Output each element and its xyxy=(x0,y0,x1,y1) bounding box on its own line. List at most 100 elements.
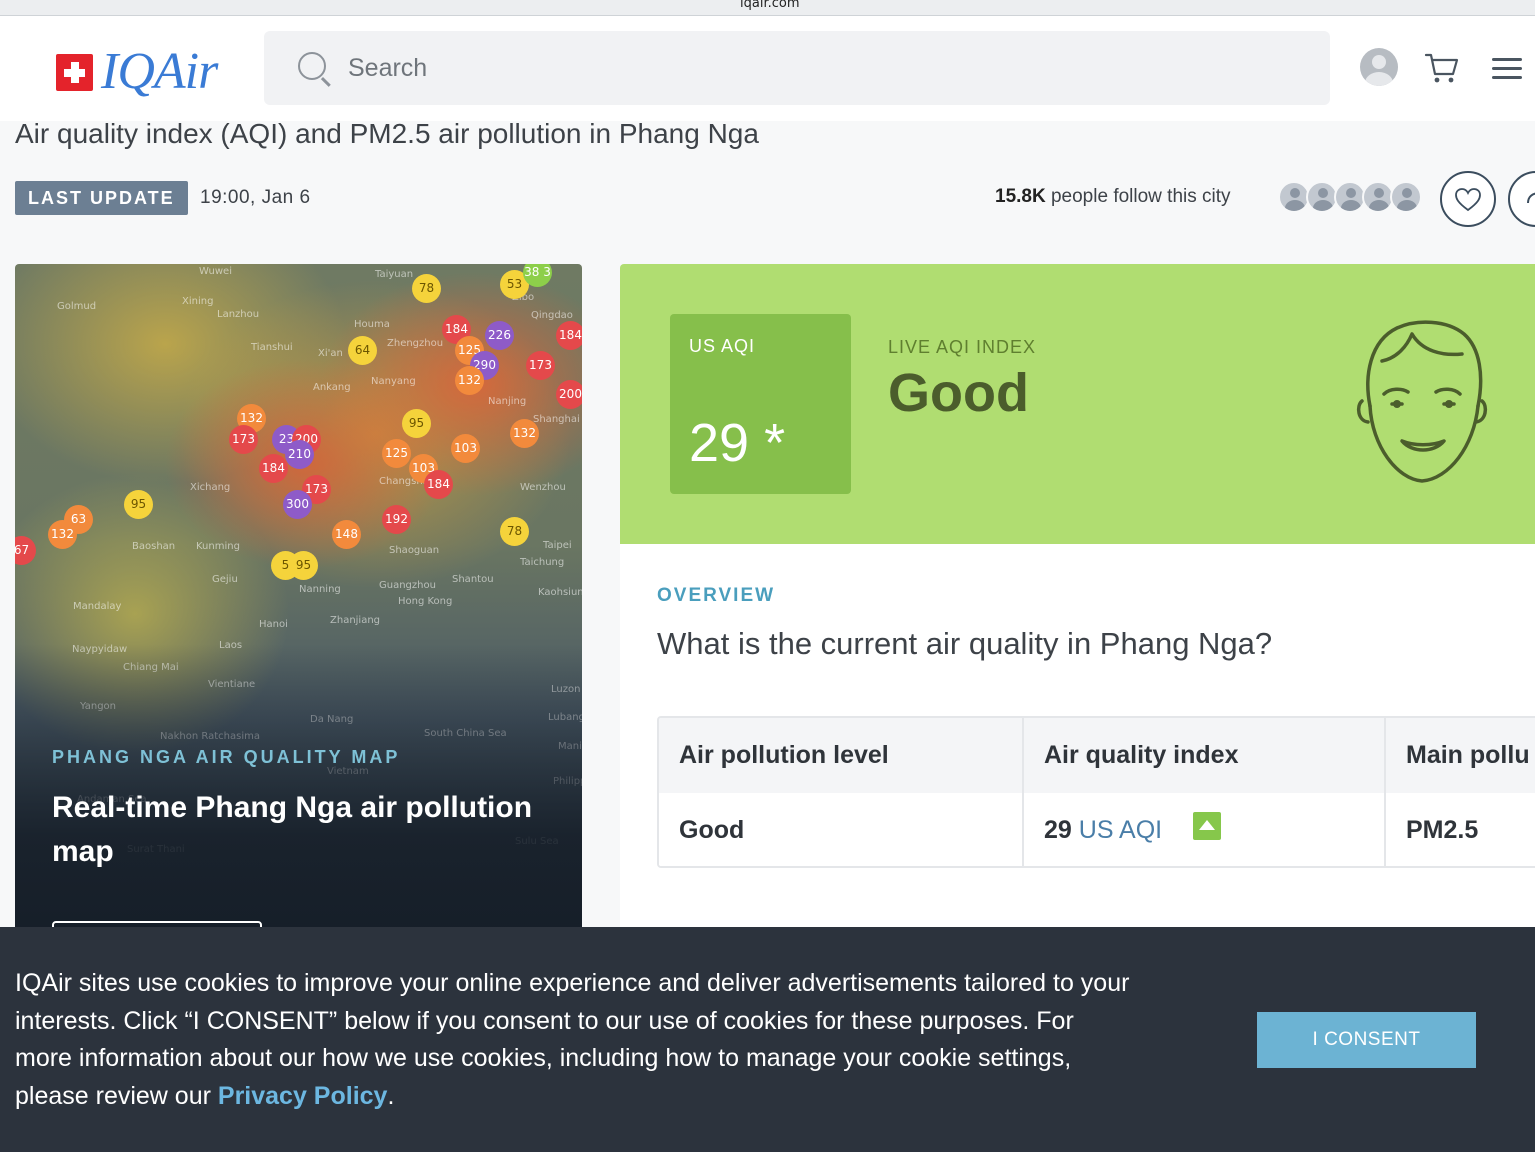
map-station-marker[interactable]: 67 xyxy=(15,536,36,565)
logo-text: IQAir xyxy=(101,43,218,100)
map-place-label: Nanyang xyxy=(371,376,416,387)
aqi-cell-value: 29 xyxy=(1044,816,1072,844)
map-station-marker[interactable]: 148 xyxy=(332,520,361,549)
cookie-message: IQAir sites use cookies to improve your … xyxy=(15,969,1130,1110)
us-aqi-label: US AQI xyxy=(689,336,756,356)
table-row: Good 29 US AQI PM2.5 xyxy=(659,793,1535,866)
map-station-marker[interactable]: 184 xyxy=(556,321,582,350)
map-station-marker[interactable]: 95 xyxy=(402,409,431,438)
share-button[interactable] xyxy=(1508,171,1535,227)
map-place-label: Shantou xyxy=(452,574,494,585)
map-station-marker[interactable]: 184 xyxy=(424,470,453,499)
cookie-text: IQAir sites use cookies to improve your … xyxy=(15,965,1135,1115)
iqair-logo[interactable]: IQAir xyxy=(56,43,218,100)
map-place-label: Ankang xyxy=(313,382,351,393)
overview-question: What is the current air quality in Phang… xyxy=(657,626,1273,661)
browser-url[interactable]: iqair.com xyxy=(740,0,800,11)
cookie-consent-banner: IQAir sites use cookies to improve your … xyxy=(0,927,1535,1152)
followers-text: people follow this city xyxy=(1045,186,1231,207)
aqi-cell-unit: US AQI xyxy=(1078,816,1163,844)
map-station-marker[interactable]: 132 xyxy=(510,419,539,448)
map-station-marker[interactable]: 184 xyxy=(259,454,288,483)
hamburger-menu-icon[interactable] xyxy=(1492,58,1522,80)
map-station-marker[interactable]: 78 xyxy=(412,274,441,303)
map-place-label: Tianshui xyxy=(251,342,293,353)
map-station-marker[interactable]: 103 xyxy=(451,434,480,463)
last-update-badge: LAST UPDATE xyxy=(15,181,188,215)
map-station-marker[interactable]: 95 xyxy=(289,551,318,580)
map-station-marker[interactable]: 226 xyxy=(485,321,514,350)
map-place-label: Xi'an xyxy=(318,348,343,359)
map-place-label: Kunming xyxy=(196,541,240,552)
map-place-label: Golmud xyxy=(57,301,97,312)
map-place-label: Baoshan xyxy=(132,541,176,552)
map-place-label: Nakhon Ratchasima xyxy=(160,731,260,742)
map-place-label: Yangon xyxy=(80,701,117,712)
map-place-label: Taiyuan xyxy=(375,269,414,280)
overview-eyebrow: OVERVIEW xyxy=(657,585,776,606)
map-place-label: Taichung xyxy=(520,557,565,568)
map-place-label: Chiang Mai xyxy=(123,662,179,673)
aqi-cell: 29 US AQI xyxy=(1024,793,1386,866)
trend-up-icon xyxy=(1193,812,1222,841)
map-caption: PHANG NGA AIR QUALITY MAP Real-time Phan… xyxy=(52,747,552,874)
aqi-summary-card: US AQI 29 * LIVE AQI INDEX Good xyxy=(620,264,1535,544)
heart-icon xyxy=(1455,188,1481,212)
column-header: Main pollu xyxy=(1406,741,1530,769)
site-header: IQAir xyxy=(0,16,1535,121)
follow-heart-button[interactable] xyxy=(1440,171,1496,227)
main-pollutant-cell: PM2.5 xyxy=(1406,816,1479,844)
map-place-label: Qingdao xyxy=(531,310,573,321)
air-quality-map-card[interactable]: Wuwei Golmud Xining Lanzhou Taiyuan Zibo Qingd… xyxy=(15,264,582,964)
map-place-label: Nanning xyxy=(299,584,341,595)
map-place-label: Lanzhou xyxy=(217,309,260,320)
happy-face-icon xyxy=(1356,320,1488,483)
privacy-policy-link[interactable]: Privacy Policy xyxy=(218,1082,388,1110)
map-place-label: Shanghai xyxy=(533,414,580,425)
user-avatar-icon[interactable] xyxy=(1360,48,1398,86)
map-station-marker[interactable]: 173 xyxy=(526,351,555,380)
map-place-label: Vientiane xyxy=(208,679,256,690)
map-place-label: Philipp xyxy=(553,776,582,787)
map-heading: Real-time Phang Nga air pollution map xyxy=(52,791,533,868)
map-place-label: Nanjing xyxy=(488,396,527,407)
search-bar[interactable] xyxy=(264,31,1330,105)
map-station-marker[interactable]: 132 xyxy=(48,520,77,549)
search-input[interactable] xyxy=(348,31,1248,105)
map-place-label: Wenzhou xyxy=(520,482,566,493)
map-station-marker[interactable]: 300 xyxy=(283,490,312,519)
us-aqi-box: US AQI 29 * xyxy=(670,314,851,494)
cookie-suffix: . xyxy=(387,1081,395,1110)
map-station-marker[interactable]: 173 xyxy=(229,425,258,454)
map-station-marker[interactable]: 125 xyxy=(382,439,411,468)
map-place-label: Wuwei xyxy=(199,266,232,277)
search-icon xyxy=(298,52,326,80)
map-station-marker[interactable]: 132 xyxy=(455,366,484,395)
live-aqi-label: LIVE AQI INDEX xyxy=(888,337,1037,357)
last-update-time: 19:00, Jan 6 xyxy=(200,187,311,208)
map-place-label: Manila xyxy=(558,741,582,752)
map-station-marker[interactable]: 38 3 xyxy=(523,264,552,287)
map-station-marker[interactable]: 210 xyxy=(285,440,314,469)
air-quality-table: Air pollution level Air quality index Ma… xyxy=(657,716,1535,868)
map-eyebrow: PHANG NGA AIR QUALITY MAP xyxy=(52,747,401,767)
map-place-label: Lubang xyxy=(548,712,582,723)
pollution-level-cell: Good xyxy=(659,793,1024,866)
followers-number: 15.8K xyxy=(995,186,1046,207)
map-station-marker[interactable]: 192 xyxy=(382,505,411,534)
map-place-label: Xining xyxy=(182,296,214,307)
cart-icon[interactable] xyxy=(1424,50,1460,86)
us-aqi-value: 29 * xyxy=(689,413,786,473)
map-place-label: Da Nang xyxy=(310,714,354,725)
consent-button[interactable]: I CONSENT xyxy=(1257,1012,1476,1068)
map-station-marker[interactable]: 200 xyxy=(556,380,582,409)
map-station-marker[interactable]: 95 xyxy=(124,490,153,519)
map-station-marker[interactable]: 78 xyxy=(500,517,529,546)
map-place-label: Gejiu xyxy=(212,574,238,585)
follower-avatar-icon xyxy=(1390,181,1422,213)
map-place-label: Hong Kong xyxy=(398,596,453,607)
map-station-marker[interactable]: 64 xyxy=(348,336,377,365)
map-place-label: Mandalay xyxy=(73,601,122,612)
map-place-label: South China Sea xyxy=(424,728,507,739)
aqi-status: Good xyxy=(888,363,1029,423)
